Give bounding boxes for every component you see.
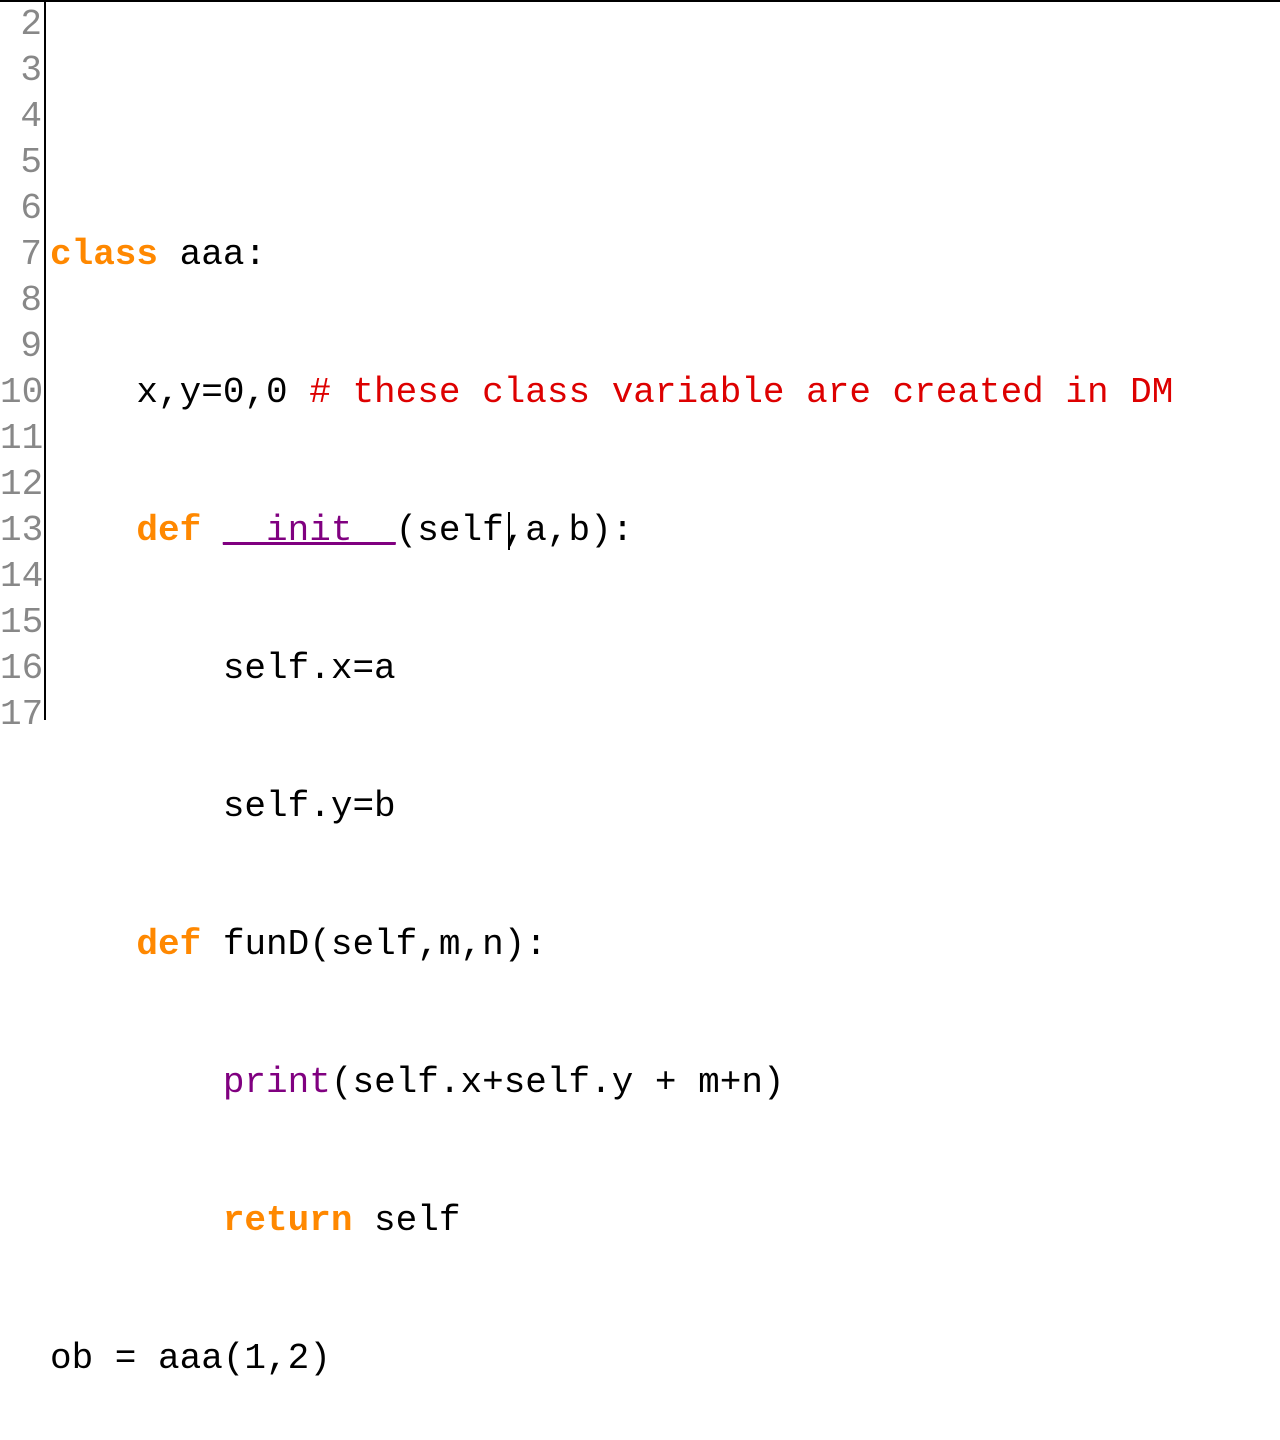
line-number: 7 — [0, 232, 42, 278]
line-number: 15 — [0, 600, 42, 646]
code-text — [50, 510, 136, 551]
line-number: 13 — [0, 508, 42, 554]
code-text — [50, 1200, 223, 1241]
code-line: self.y=b — [50, 784, 1280, 830]
line-number: 17 — [0, 692, 42, 738]
code-line: self.x=a — [50, 646, 1280, 692]
dunder-init: __init__ — [223, 510, 396, 551]
code-text: (self,a,b): — [396, 510, 634, 551]
code-text: aaa: — [158, 234, 266, 275]
code-text: funD(self,m,n): — [201, 924, 547, 965]
code-text — [50, 924, 136, 965]
line-number: 3 — [0, 48, 42, 94]
line-number: 4 — [0, 94, 42, 140]
comment-text: # these class variable are created in DM — [309, 372, 1173, 413]
line-number: 16 — [0, 646, 42, 692]
keyword-def: def — [136, 510, 201, 551]
line-number: 5 — [0, 140, 42, 186]
line-number: 2 — [0, 2, 42, 48]
code-line: return self — [50, 1198, 1280, 1244]
code-line: print(self.x+self.y + m+n) — [50, 1060, 1280, 1106]
code-text: self.y=b — [50, 786, 396, 827]
code-text: self.x=a — [50, 648, 396, 689]
line-number: 8 — [0, 278, 42, 324]
keyword-class: class — [50, 234, 158, 275]
text-cursor — [508, 512, 510, 550]
line-number: 14 — [0, 554, 42, 600]
code-area[interactable]: class aaa: x,y=0,0 # these class variabl… — [46, 2, 1280, 720]
line-number: 6 — [0, 186, 42, 232]
code-line: ob = aaa(1,2) — [50, 1336, 1280, 1382]
code-line: def funD(self,m,n): — [50, 922, 1280, 968]
line-number: 10 — [0, 370, 42, 416]
code-line: def __init__(self,a,b): — [50, 508, 1280, 554]
code-editor[interactable]: 234567891011121314151617 class aaa: x,y=… — [0, 0, 1280, 720]
line-number: 11 — [0, 416, 42, 462]
code-text: self — [352, 1200, 460, 1241]
code-line: class aaa: — [50, 232, 1280, 278]
line-number: 12 — [0, 462, 42, 508]
code-text: ob = aaa(1,2) — [50, 1338, 331, 1379]
keyword-def: def — [136, 924, 201, 965]
line-number: 9 — [0, 324, 42, 370]
builtin-print: print — [223, 1062, 331, 1103]
code-line: x,y=0,0 # these class variable are creat… — [50, 370, 1280, 416]
code-line — [50, 94, 1280, 140]
keyword-return: return — [223, 1200, 353, 1241]
line-number-gutter: 234567891011121314151617 — [0, 2, 46, 720]
code-text: (self.x+self.y + m+n) — [331, 1062, 785, 1103]
code-text — [50, 1062, 223, 1103]
code-text: x,y=0,0 — [50, 372, 309, 413]
